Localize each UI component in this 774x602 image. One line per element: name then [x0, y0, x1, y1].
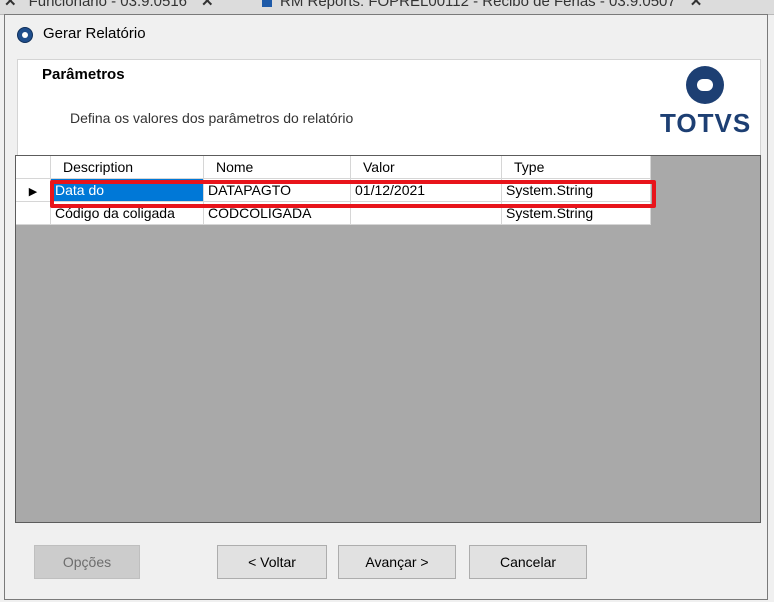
- background-tab-funcionario[interactable]: ✕ Funcionário - 03.9.0516 ✕: [0, 0, 214, 14]
- avancar-button[interactable]: Avançar >: [338, 545, 456, 579]
- tab-close-icon[interactable]: ✕: [690, 0, 703, 14]
- tab-label: RM Reports: FOPREL00112 - Recibo de Féri…: [280, 0, 676, 10]
- gerar-relatorio-dialog: Gerar Relatório Parâmetros Defina os val…: [4, 14, 768, 600]
- column-header-valor[interactable]: Valor: [350, 156, 502, 179]
- cell-nome[interactable]: DATAPAGTO: [203, 178, 351, 202]
- opcoes-button[interactable]: Opções: [34, 545, 140, 579]
- parameters-header: Parâmetros Defina os valores dos parâmet…: [17, 59, 761, 157]
- background-tab-strip: ✕ Funcionário - 03.9.0516 ✕ RM Reports: FO…: [0, 0, 774, 15]
- report-icon: [262, 0, 272, 8]
- dialog-titlebar[interactable]: Gerar Relatório: [5, 15, 767, 53]
- row-header-corner: [16, 156, 51, 179]
- app-logo-icon: [17, 27, 33, 43]
- table-row[interactable]: Código da coligada CODCOLIGADA System.St…: [16, 201, 651, 225]
- row-indicator-icon[interactable]: ▶: [16, 178, 51, 202]
- column-header-type[interactable]: Type: [501, 156, 651, 179]
- column-header-nome[interactable]: Nome: [203, 156, 351, 179]
- totvs-logo-icon: [686, 66, 724, 104]
- tab-close-icon[interactable]: ✕: [4, 0, 17, 14]
- parameters-grid[interactable]: Description Nome Valor Type ▶ Data do DA…: [15, 155, 761, 523]
- cell-nome[interactable]: CODCOLIGADA: [203, 201, 351, 225]
- parameters-table: Description Nome Valor Type ▶ Data do DA…: [16, 156, 651, 225]
- cancelar-button[interactable]: Cancelar: [469, 545, 587, 579]
- section-title: Parâmetros: [42, 66, 125, 83]
- voltar-button[interactable]: < Voltar: [217, 545, 327, 579]
- cell-description[interactable]: Código da coligada: [50, 201, 204, 225]
- table-row[interactable]: ▶ Data do DATAPAGTO 01/12/2021 System.St…: [16, 178, 651, 202]
- cell-description[interactable]: Data do: [50, 178, 204, 202]
- dialog-title: Gerar Relatório: [43, 25, 146, 42]
- row-indicator[interactable]: [16, 201, 51, 225]
- cell-valor[interactable]: [350, 201, 502, 225]
- background-tab-rm-reports[interactable]: RM Reports: FOPREL00112 - Recibo de Féri…: [258, 0, 702, 14]
- tab-label: Funcionário - 03.9.0516: [28, 0, 188, 10]
- totvs-logo-text: TOTVS: [660, 108, 752, 138]
- totvs-logo: TOTVS: [660, 66, 750, 152]
- cell-type[interactable]: System.String: [501, 178, 651, 202]
- table-header-row: Description Nome Valor Type: [16, 156, 651, 179]
- section-description: Defina os valores dos parâmetros do rela…: [70, 110, 354, 126]
- cell-valor[interactable]: 01/12/2021: [350, 178, 502, 202]
- column-header-description[interactable]: Description: [50, 156, 204, 179]
- tab-close-icon[interactable]: ✕: [201, 0, 214, 14]
- cell-type[interactable]: System.String: [501, 201, 651, 225]
